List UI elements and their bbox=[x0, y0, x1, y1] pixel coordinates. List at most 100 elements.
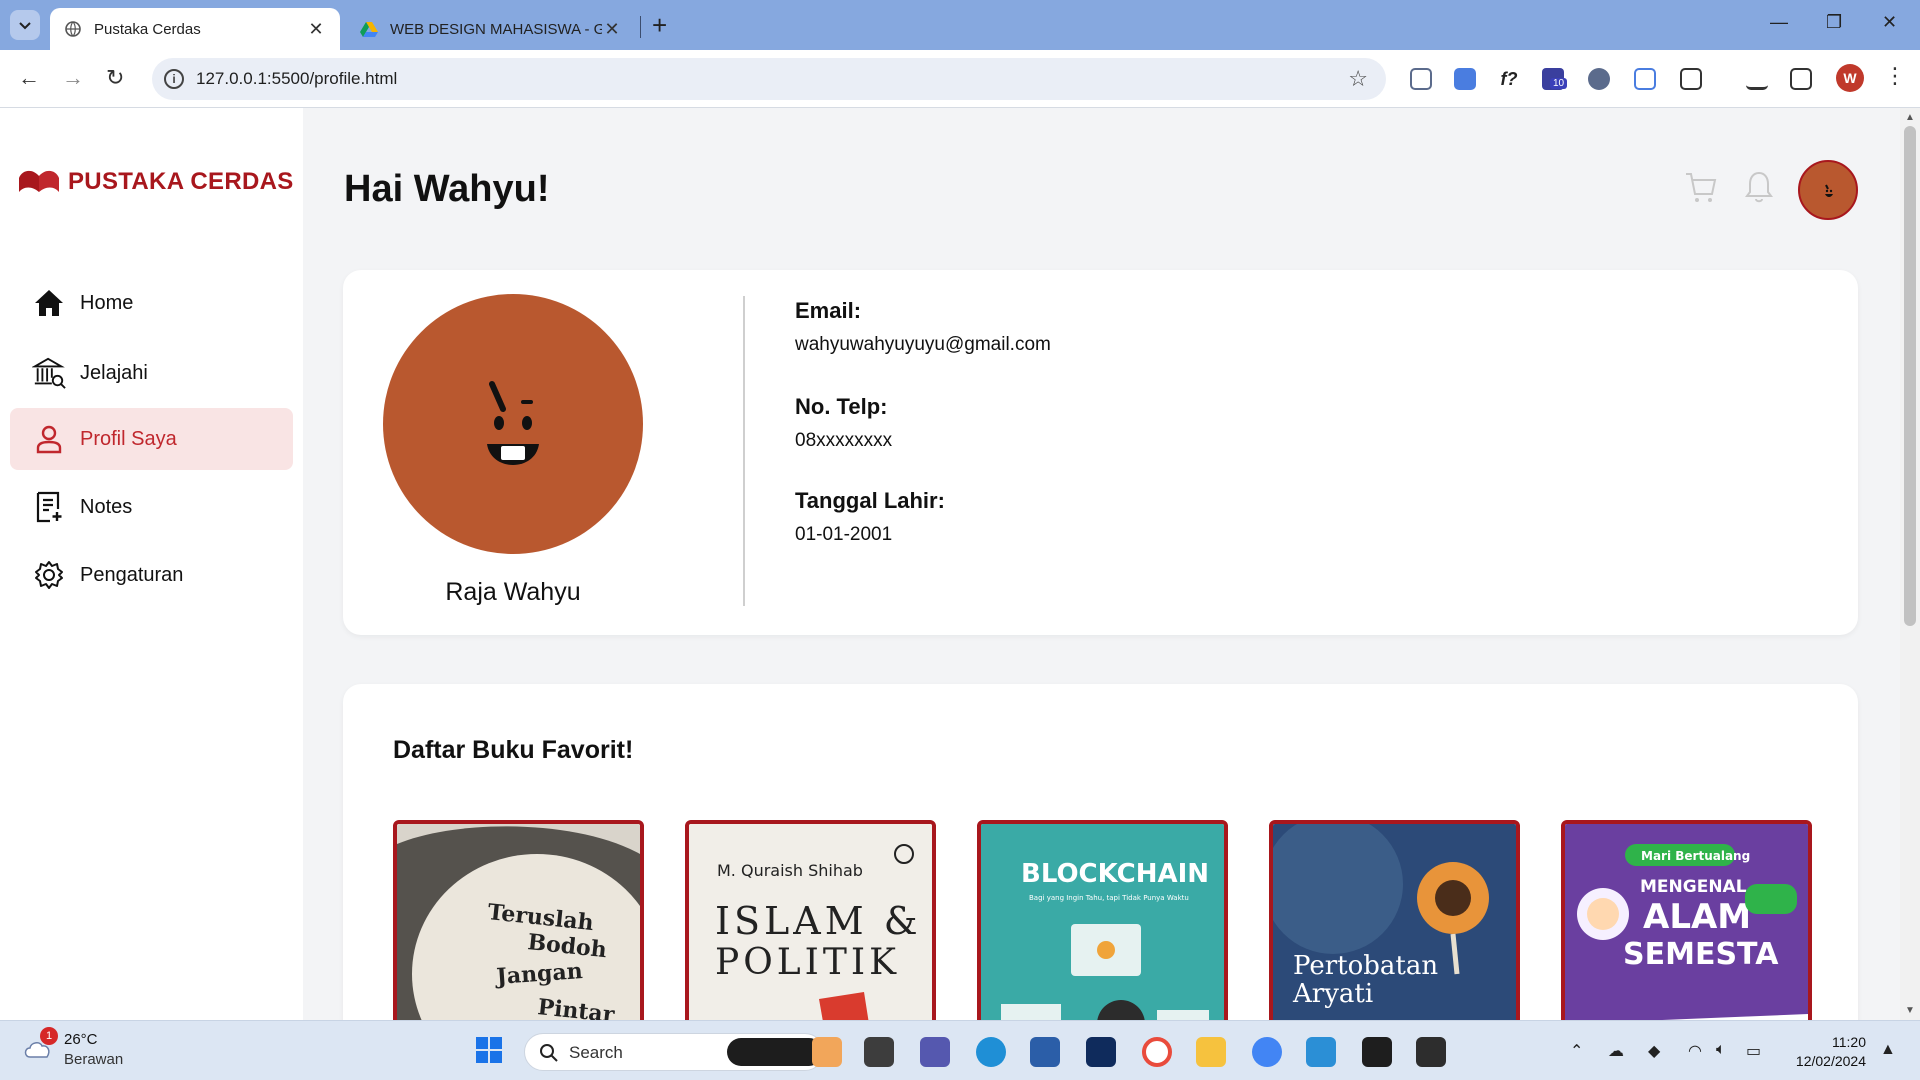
chrome-icon[interactable] bbox=[1252, 1037, 1282, 1067]
show-hidden-icons[interactable]: ⌃ bbox=[1570, 1041, 1583, 1061]
page-scrollbar[interactable]: ▲ ▼ bbox=[1900, 108, 1920, 1020]
clock-time: 11:20 bbox=[1832, 1034, 1866, 1050]
address-bar[interactable]: i 127.0.0.1:5500/profile.html ☆ bbox=[152, 58, 1386, 100]
book-cover-image: BLOCKCHAIN Bagi yang Ingin Tahu, tapi Ti… bbox=[981, 824, 1224, 1020]
google-drive-icon bbox=[360, 22, 378, 37]
sidebar-item-label: Notes bbox=[80, 495, 133, 518]
vscode-icon[interactable] bbox=[1306, 1037, 1336, 1067]
new-tab-button[interactable]: + bbox=[652, 12, 667, 38]
bookmark-star-icon[interactable]: ☆ bbox=[1348, 66, 1368, 92]
email-value: wahyuwahyuyuyu@gmail.com bbox=[795, 334, 1051, 355]
email-label: Email: bbox=[795, 298, 862, 323]
search-icon bbox=[540, 1044, 558, 1062]
extension-upload-icon[interactable] bbox=[1410, 68, 1432, 90]
system-clock[interactable]: 11:20 12/02/2024 bbox=[1788, 1033, 1866, 1071]
tab-pustaka-cerdas[interactable]: Pustaka Cerdas ✕ bbox=[50, 8, 340, 50]
copilot-pill[interactable] bbox=[727, 1038, 823, 1066]
tab-web-design[interactable]: WEB DESIGN MAHASISWA - Go ✕ bbox=[346, 8, 636, 50]
scroll-down-icon[interactable]: ▼ bbox=[1905, 1005, 1915, 1016]
sidebar-item-pengaturan[interactable]: Pengaturan bbox=[10, 544, 293, 606]
restore-button[interactable]: ❐ bbox=[1826, 12, 1842, 33]
sidebar-item-label: Pengaturan bbox=[80, 563, 184, 586]
svg-text:POLITIK: POLITIK bbox=[715, 942, 900, 983]
download-icon[interactable] bbox=[1746, 68, 1768, 90]
browser-profile-avatar[interactable]: W bbox=[1836, 64, 1864, 92]
notification-bell-icon[interactable]: ▲ bbox=[1880, 1041, 1896, 1059]
page-title: Hai Wahyu! bbox=[344, 168, 550, 210]
sidebar-item-jelajahi[interactable]: Jelajahi bbox=[10, 342, 293, 404]
teams-icon[interactable] bbox=[920, 1037, 950, 1067]
extension-badge: 10 bbox=[1550, 78, 1568, 89]
cursor-extension-icon[interactable] bbox=[1588, 68, 1610, 90]
app-icon[interactable] bbox=[1086, 1037, 1116, 1067]
book-cover-image: Teruslah Bodoh Jangan Pintar bbox=[397, 824, 640, 1020]
sidebar-item-label: Home bbox=[80, 291, 134, 314]
extensions-puzzle-icon[interactable] bbox=[1680, 68, 1702, 90]
forward-button[interactable]: → bbox=[62, 66, 84, 90]
site-info-icon[interactable]: i bbox=[164, 69, 184, 89]
terminal-icon[interactable] bbox=[1416, 1037, 1446, 1067]
profile-name: Raja Wahyu bbox=[445, 578, 581, 606]
book-card[interactable]: Pertobatan Aryati bbox=[1269, 820, 1520, 1020]
minimize-button[interactable]: — bbox=[1770, 12, 1788, 33]
sidebar-item-home[interactable]: Home bbox=[10, 272, 293, 334]
favorites-title: Daftar Buku Favorit! bbox=[393, 736, 634, 764]
favorite-books-card: Daftar Buku Favorit! Teruslah Bodoh Jang… bbox=[343, 684, 1858, 1020]
store-icon[interactable] bbox=[1030, 1037, 1060, 1067]
close-tab-icon[interactable]: ✕ bbox=[306, 19, 326, 40]
book-cover-image: M. Quraish Shihab ISLAM & POLITIK bbox=[689, 824, 932, 1020]
browser-app-icon[interactable] bbox=[1142, 1037, 1172, 1067]
tab-search-button[interactable] bbox=[10, 10, 40, 40]
book-logo-icon bbox=[19, 170, 59, 192]
extension-with-badge-icon[interactable]: 10 bbox=[1542, 68, 1568, 90]
scroll-up-icon[interactable]: ▲ bbox=[1905, 112, 1915, 123]
bell-icon[interactable] bbox=[1744, 170, 1774, 204]
sidebar-item-notes[interactable]: Notes bbox=[10, 476, 293, 538]
task-view-icon[interactable] bbox=[864, 1037, 894, 1067]
notes-icon bbox=[32, 490, 66, 524]
tray-app-icon[interactable]: ◆ bbox=[1648, 1041, 1660, 1061]
cart-icon[interactable] bbox=[1684, 170, 1718, 204]
search-label: Search bbox=[569, 1043, 623, 1062]
clock-date: 12/02/2024 bbox=[1795, 1053, 1866, 1069]
taskbar-search[interactable]: Search bbox=[524, 1033, 824, 1071]
scrollbar-thumb[interactable] bbox=[1904, 126, 1916, 626]
windows-start-icon[interactable] bbox=[474, 1035, 504, 1065]
file-explorer-icon[interactable] bbox=[1196, 1037, 1226, 1067]
svg-text:Pertobatan: Pertobatan bbox=[1293, 951, 1438, 981]
book-card[interactable]: M. Quraish Shihab ISLAM & POLITIK bbox=[685, 820, 936, 1020]
edge-icon[interactable] bbox=[976, 1037, 1006, 1067]
close-tab-icon[interactable]: ✕ bbox=[602, 19, 622, 40]
book-card[interactable]: Teruslah Bodoh Jangan Pintar bbox=[393, 820, 644, 1020]
sidebar-item-profil-saya[interactable]: Profil Saya bbox=[10, 408, 293, 470]
svg-text:MENGENAL: MENGENAL bbox=[1640, 877, 1747, 897]
wifi-icon[interactable]: ◠ bbox=[1688, 1041, 1702, 1061]
svg-text:BLOCKCHAIN: BLOCKCHAIN bbox=[1021, 859, 1209, 889]
sidebar: PUSTAKA CERDAS Home Jelajahi Profil Saya… bbox=[0, 108, 303, 1020]
profile-avatar bbox=[383, 294, 643, 554]
side-panel-icon[interactable] bbox=[1790, 68, 1812, 90]
clipboard-extension-icon[interactable] bbox=[1634, 68, 1656, 90]
phone-value: 08xxxxxxxx bbox=[795, 430, 893, 451]
office-icon[interactable] bbox=[812, 1037, 842, 1067]
book-card[interactable]: BLOCKCHAIN Bagi yang Ingin Tahu, tapi Ti… bbox=[977, 820, 1228, 1020]
svg-text:Aryati: Aryati bbox=[1292, 979, 1373, 1009]
close-window-button[interactable]: ✕ bbox=[1882, 12, 1897, 33]
profile-divider bbox=[743, 296, 745, 606]
avatar[interactable] bbox=[1798, 160, 1858, 220]
brand-logo[interactable]: PUSTAKA CERDAS bbox=[18, 166, 294, 198]
reload-button[interactable]: ↻ bbox=[106, 66, 124, 90]
dob-label: Tanggal Lahir: bbox=[795, 488, 945, 513]
onedrive-icon[interactable]: ☁ bbox=[1608, 1041, 1624, 1061]
battery-icon[interactable]: ▭ bbox=[1746, 1041, 1761, 1061]
volume-icon[interactable]: 🔈︎ bbox=[1716, 1041, 1726, 1059]
chevron-down-icon bbox=[19, 22, 31, 30]
library-icon bbox=[32, 356, 66, 390]
book-card[interactable]: Mari Bertualang MENGENAL ALAM SEMESTA bbox=[1561, 820, 1812, 1020]
font-finder-extension-icon[interactable]: f? bbox=[1498, 68, 1520, 90]
svg-text:Bagi yang Ingin Tahu, tapi Tid: Bagi yang Ingin Tahu, tapi Tidak Punya W… bbox=[1029, 894, 1189, 902]
browser-menu-icon[interactable]: ⋮ bbox=[1884, 64, 1906, 88]
translate-extension-icon[interactable] bbox=[1454, 68, 1476, 90]
back-button[interactable]: ← bbox=[18, 66, 40, 90]
figma-icon[interactable] bbox=[1362, 1037, 1392, 1067]
